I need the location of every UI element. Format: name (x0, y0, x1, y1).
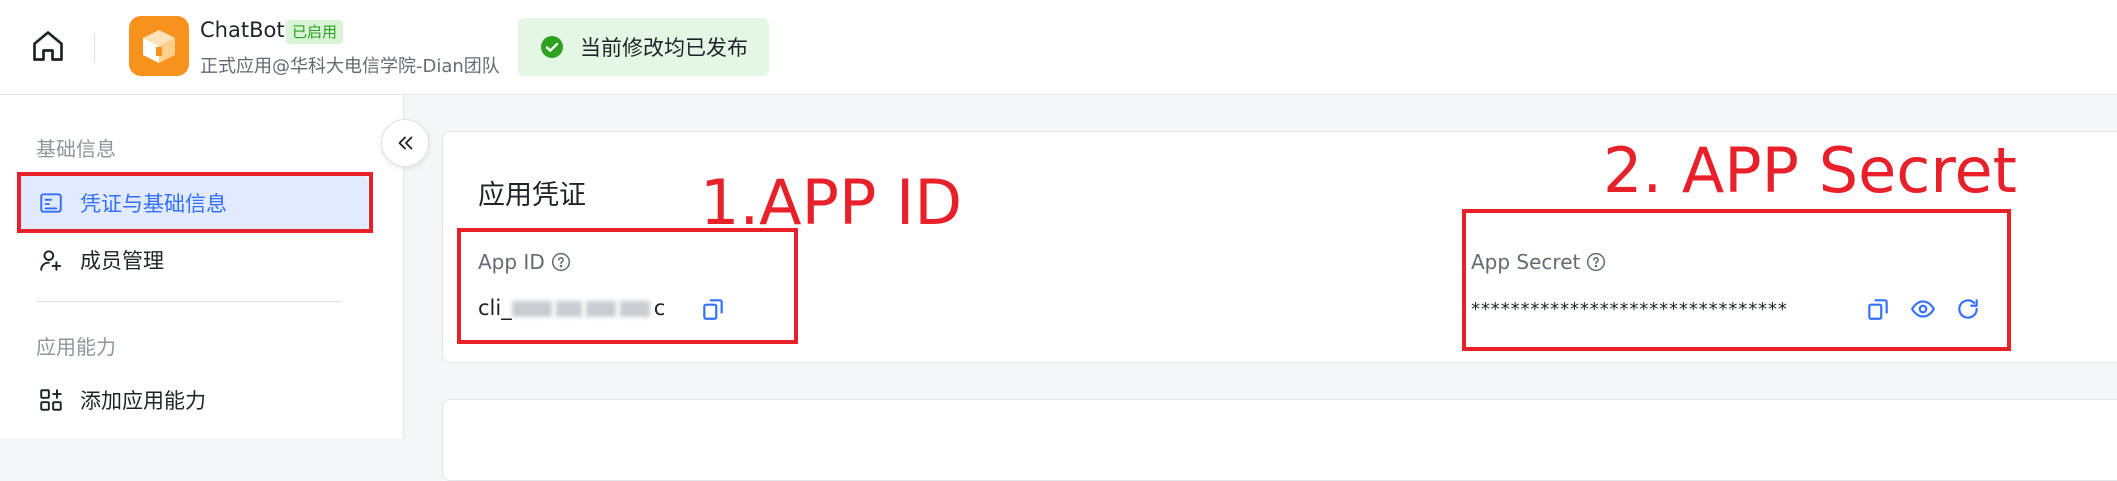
collapse-sidebar-button[interactable] (381, 119, 429, 167)
app-org: 正式应用@华科大电信学院-Dian团队 (200, 56, 500, 77)
sidebar: 基础信息 凭证与基础信息 成员管理 应用能力 添加应用能力 (0, 95, 404, 438)
publish-status: 当前修改均已发布 (518, 18, 769, 76)
check-circle-icon (541, 36, 563, 58)
sidebar-item-add-ability[interactable]: 添加应用能力 (18, 372, 368, 428)
sidebar-item-label: 成员管理 (80, 249, 164, 273)
top-bar: ChatBot 已启用 正式应用@华科大电信学院-Dian团队 当前修改均已发布 (0, 0, 2117, 95)
secondary-card (442, 399, 2117, 481)
publish-message: 当前修改均已发布 (580, 36, 748, 60)
credentials-title: 应用凭证 (478, 180, 586, 211)
annotation-box-app-id (457, 228, 798, 344)
section-ability-title: 应用能力 (36, 335, 116, 359)
status-badge: 已启用 (286, 20, 344, 44)
annotation-box-credentials (17, 172, 373, 233)
annotation-label-app-secret: 2. APP Secret (1603, 134, 2017, 207)
app-name: ChatBot (200, 18, 285, 42)
annotation-label-app-id: 1.APP ID (700, 166, 963, 239)
sidebar-item-members[interactable]: 成员管理 (18, 232, 368, 288)
sidebar-item-label: 添加应用能力 (80, 389, 206, 413)
divider (94, 34, 95, 62)
home-icon[interactable] (30, 28, 66, 64)
member-add-icon (40, 250, 62, 271)
app-logo (129, 16, 189, 76)
double-chevron-left-icon (398, 136, 413, 150)
divider (36, 301, 342, 302)
section-basic-title: 基础信息 (36, 137, 116, 161)
annotation-box-app-secret (1462, 209, 2011, 351)
add-ability-icon (40, 389, 62, 411)
box-icon (143, 30, 175, 63)
